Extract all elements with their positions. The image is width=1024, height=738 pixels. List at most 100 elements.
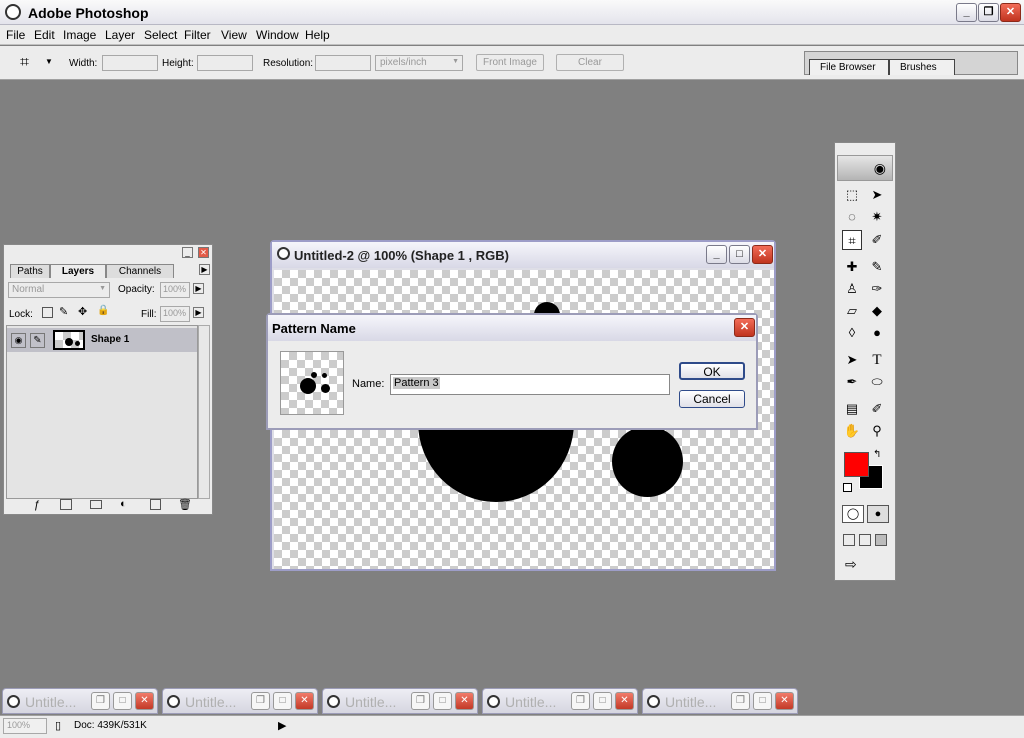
zoom-input[interactable]: 100% <box>3 718 47 734</box>
restore-icon[interactable]: ❐ <box>731 692 750 710</box>
front-image-button[interactable]: Front Image <box>476 54 544 71</box>
marquee-tool-icon[interactable]: ⬚ <box>842 185 862 205</box>
screen-mode-standard-icon[interactable] <box>843 534 855 546</box>
tab-brushes[interactable]: Brushes <box>889 59 955 75</box>
status-menu-arrow-icon[interactable]: ▶ <box>278 719 286 732</box>
restore-button[interactable]: ❐ <box>978 3 999 22</box>
clear-button[interactable]: Clear <box>556 54 624 71</box>
tab-layers[interactable]: Layers <box>50 264 106 278</box>
adjustment-layer-icon[interactable]: ◐ <box>120 498 127 510</box>
restore-icon[interactable]: ❐ <box>251 692 270 710</box>
menu-select[interactable]: Select <box>144 28 177 42</box>
fill-arrow-icon[interactable]: ▶ <box>193 307 204 318</box>
menu-layer[interactable]: Layer <box>105 28 135 42</box>
minimize-button[interactable]: _ <box>956 3 977 22</box>
panel-close-icon[interactable]: ✕ <box>198 247 209 258</box>
opacity-input[interactable]: 100% <box>160 282 190 298</box>
pen-tool-icon[interactable]: ✒ <box>842 372 862 392</box>
menu-edit[interactable]: Edit <box>34 28 55 42</box>
notes-tool-icon[interactable]: ▤ <box>842 399 862 419</box>
menu-image[interactable]: Image <box>63 28 96 42</box>
eraser-tool-icon[interactable]: ▱ <box>842 301 862 321</box>
menu-window[interactable]: Window <box>256 28 299 42</box>
tab-paths[interactable]: Paths <box>10 264 50 278</box>
dialog-close-button[interactable]: ✕ <box>734 318 755 337</box>
move-tool-icon[interactable]: ➤ <box>867 185 887 205</box>
document-maximize-button[interactable]: □ <box>729 245 750 264</box>
zoom-tool-icon[interactable]: ⚲ <box>867 421 887 441</box>
panel-minimize-icon[interactable]: _ <box>182 247 193 258</box>
healing-brush-tool-icon[interactable]: ✚ <box>842 257 862 277</box>
close-icon[interactable]: ✕ <box>135 692 154 710</box>
minimized-document-5[interactable]: Untitle... ❐ □ ✕ <box>642 688 798 714</box>
foreground-color-swatch[interactable] <box>844 452 869 477</box>
hand-tool-icon[interactable]: ✋ <box>842 421 862 441</box>
visibility-eye-icon[interactable]: ◉ <box>11 333 26 348</box>
restore-icon[interactable]: ❐ <box>571 692 590 710</box>
layer-style-icon[interactable]: ƒ <box>34 499 40 511</box>
slice-tool-icon[interactable]: ✐ <box>867 230 887 250</box>
resolution-units-select[interactable]: pixels/inch ▼ <box>375 55 463 71</box>
clone-stamp-tool-icon[interactable]: ♙ <box>842 279 862 299</box>
ok-button[interactable]: OK <box>679 362 745 380</box>
lock-move-icon[interactable]: ✥ <box>78 305 87 318</box>
cancel-button[interactable]: Cancel <box>679 390 745 408</box>
layer-list-scrollbar[interactable] <box>198 325 210 499</box>
opacity-arrow-icon[interactable]: ▶ <box>193 283 204 294</box>
minimized-document-2[interactable]: Untitle... ❐ □ ✕ <box>162 688 318 714</box>
jump-to-imageready-icon[interactable]: ⇨ <box>845 556 857 573</box>
close-icon[interactable]: ✕ <box>775 692 794 710</box>
close-icon[interactable]: ✕ <box>615 692 634 710</box>
menu-view[interactable]: View <box>221 28 247 42</box>
paint-bucket-tool-icon[interactable]: ◆ <box>867 301 887 321</box>
swap-colors-icon[interactable]: ↰ <box>873 449 881 460</box>
adobe-online-eye-icon[interactable]: ◉ <box>837 155 893 181</box>
standard-mode-icon[interactable]: ◯ <box>842 505 864 523</box>
screen-mode-full-menu-icon[interactable] <box>859 534 871 546</box>
tab-channels[interactable]: Channels <box>106 264 174 278</box>
maximize-icon[interactable]: □ <box>753 692 772 710</box>
menu-help[interactable]: Help <box>305 28 330 42</box>
panel-menu-arrow-icon[interactable]: ▶ <box>199 264 210 275</box>
name-input[interactable]: Pattern 3 <box>390 374 670 395</box>
maximize-icon[interactable]: □ <box>593 692 612 710</box>
crop-tool-icon[interactable]: ⌗ <box>20 54 29 72</box>
tool-preset-chevron-down-icon[interactable]: ▼ <box>45 57 53 66</box>
maximize-icon[interactable]: □ <box>433 692 452 710</box>
minimized-document-3[interactable]: Untitle... ❐ □ ✕ <box>322 688 478 714</box>
close-button[interactable]: ✕ <box>1000 3 1021 22</box>
new-group-folder-icon[interactable] <box>90 500 102 509</box>
tab-file-browser[interactable]: File Browser <box>809 59 889 75</box>
minimized-document-1[interactable]: Untitle... ❐ □ ✕ <box>2 688 158 714</box>
history-brush-tool-icon[interactable]: ✑ <box>867 279 887 299</box>
brush-tool-icon[interactable]: ✎ <box>867 257 887 277</box>
document-minimize-button[interactable]: _ <box>706 245 727 264</box>
document-close-button[interactable]: ✕ <box>752 245 773 264</box>
minimized-document-4[interactable]: Untitle... ❐ □ ✕ <box>482 688 638 714</box>
restore-icon[interactable]: ❐ <box>91 692 110 710</box>
close-icon[interactable]: ✕ <box>455 692 474 710</box>
lock-all-icon[interactable]: 🔒 <box>97 305 109 316</box>
trash-icon[interactable]: 🗑 <box>178 498 192 511</box>
fill-input[interactable]: 100% <box>160 306 190 322</box>
default-colors-icon[interactable] <box>843 483 852 492</box>
layer-row[interactable]: ◉ ✎ Shape 1 <box>7 328 197 352</box>
dodge-tool-icon[interactable]: ● <box>867 323 887 343</box>
lasso-tool-icon[interactable]: ◌ <box>842 207 862 227</box>
lock-transparency-icon[interactable] <box>42 307 53 318</box>
quick-mask-mode-icon[interactable]: ● <box>867 505 889 523</box>
blend-mode-select[interactable]: Normal ▼ <box>8 282 110 298</box>
menu-filter[interactable]: Filter <box>184 28 211 42</box>
maximize-icon[interactable]: □ <box>113 692 132 710</box>
screen-mode-full-icon[interactable] <box>875 534 887 546</box>
restore-icon[interactable]: ❐ <box>411 692 430 710</box>
type-tool-icon[interactable]: T <box>867 350 887 370</box>
maximize-icon[interactable]: □ <box>273 692 292 710</box>
path-selection-tool-icon[interactable]: ➤ <box>842 350 862 370</box>
close-icon[interactable]: ✕ <box>295 692 314 710</box>
brush-link-icon[interactable]: ✎ <box>30 333 45 348</box>
width-input[interactable] <box>102 55 158 71</box>
ellipse-tool-icon[interactable]: ⬭ <box>867 372 887 392</box>
resolution-input[interactable] <box>315 55 371 71</box>
magic-wand-tool-icon[interactable]: ✷ <box>867 207 887 227</box>
